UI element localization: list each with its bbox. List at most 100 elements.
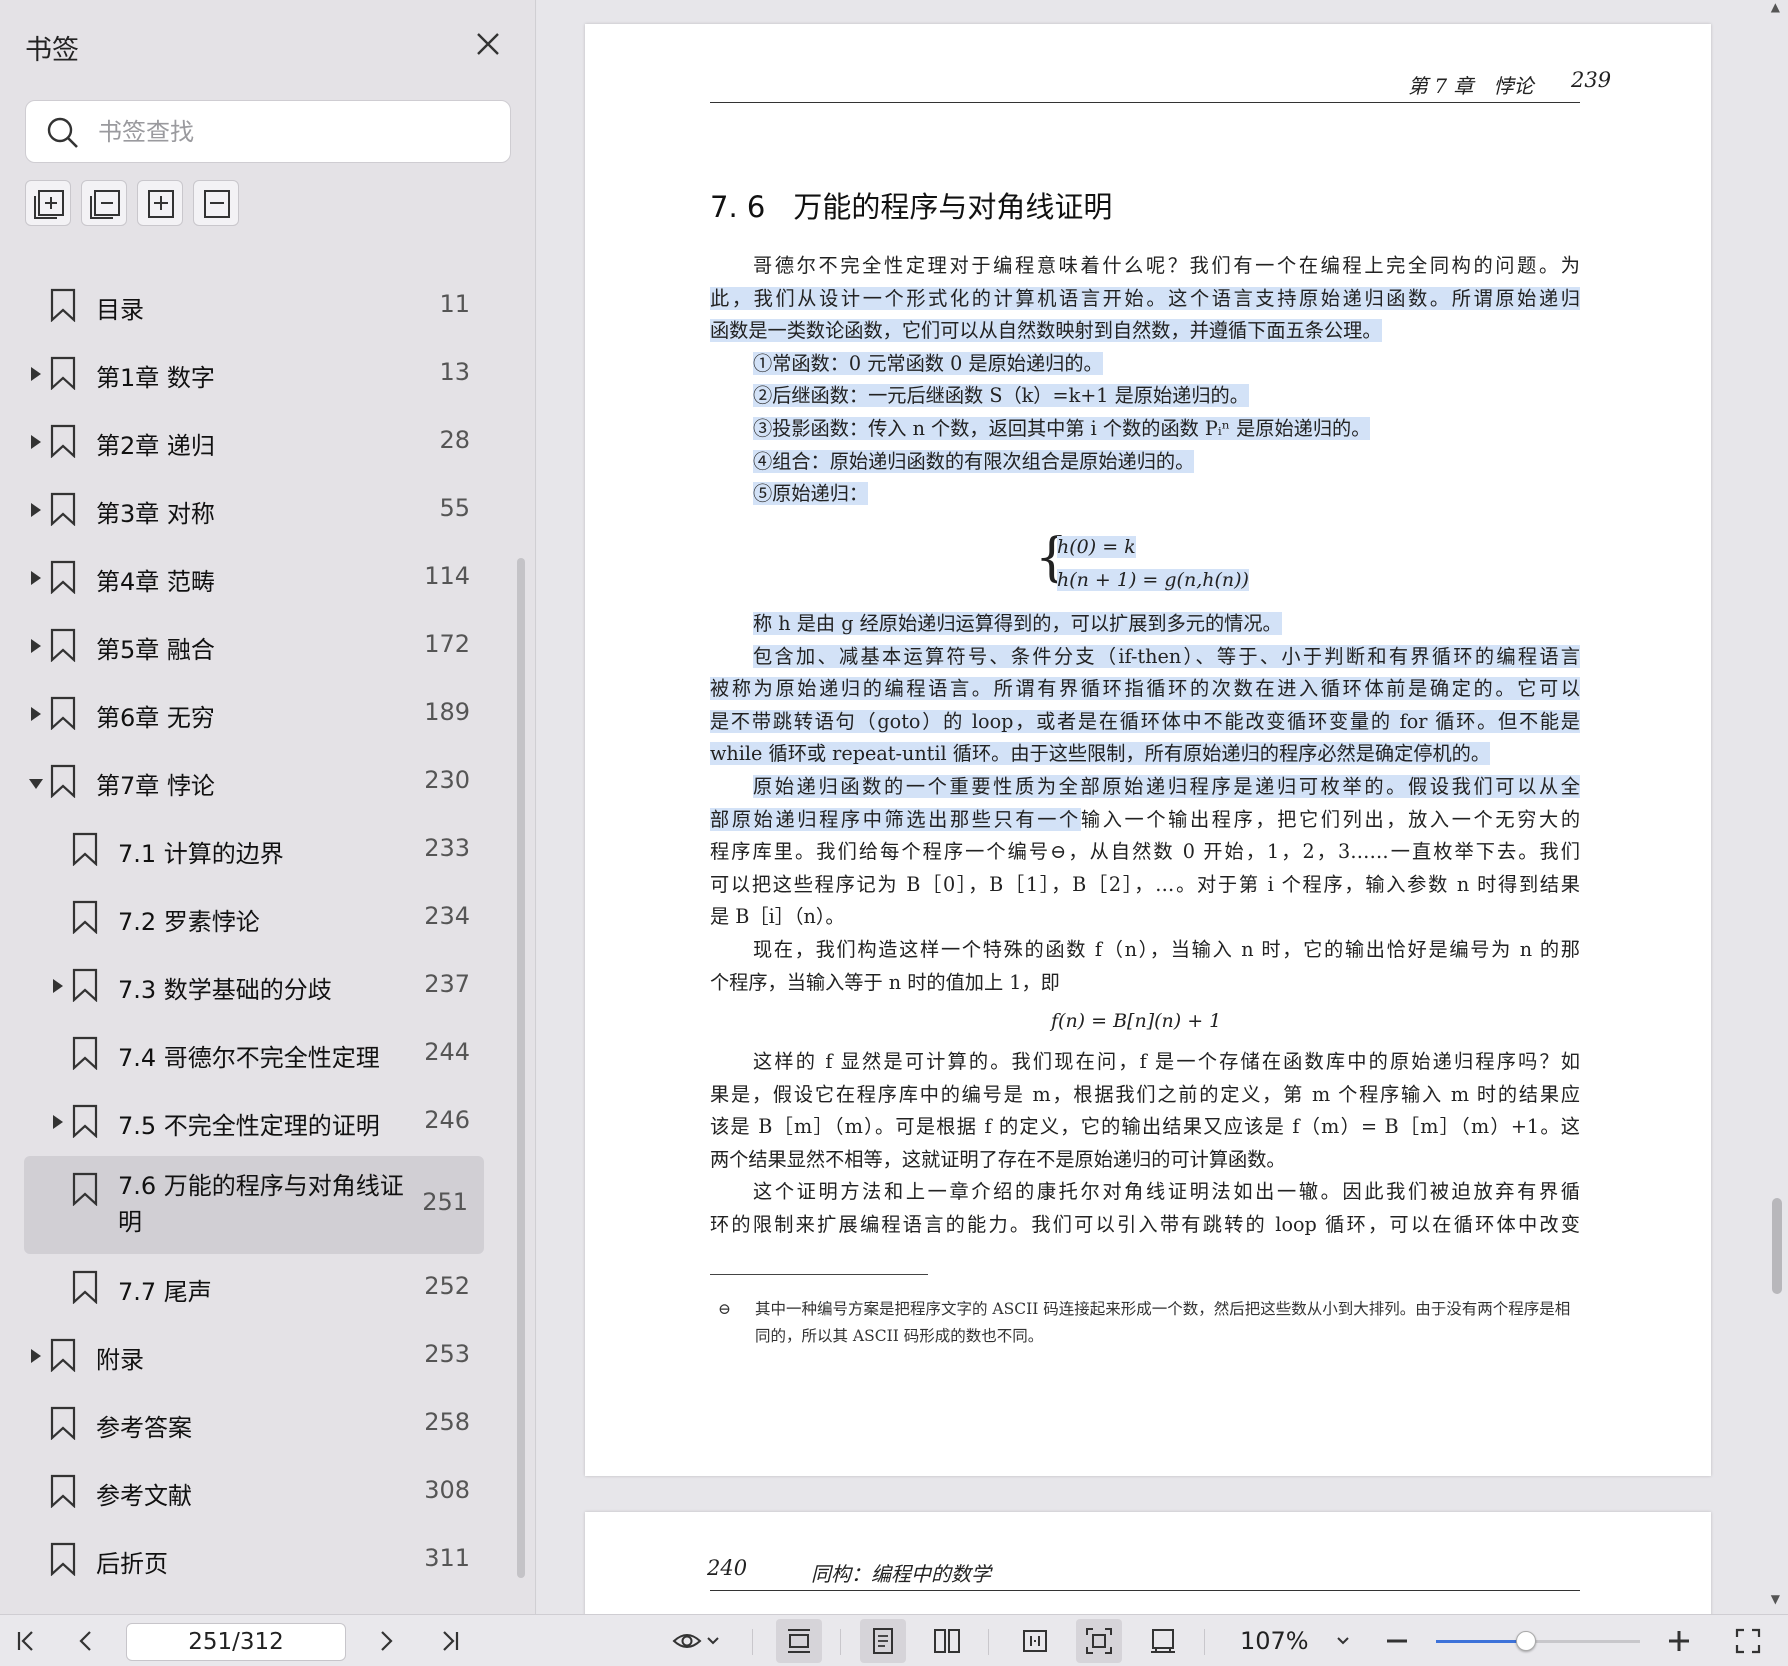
zoom-slider-track[interactable] [1436,1640,1640,1643]
two-page-button[interactable] [924,1615,970,1666]
body-text-block-3[interactable]: 这样的 f 显然是可计算的。我们现在问，f 是一个存储在函数库中的原始递归程序吗… [710,1046,1580,1242]
bookmark-item[interactable]: 第1章 数字 13 [0,340,510,408]
bookmark-item[interactable]: 7.1 计算的边界 233 [0,816,510,884]
rotate-page-button[interactable] [1140,1615,1186,1666]
document-viewer[interactable]: 第 7 章 悖论 239 7. 6 万能的程序与对角线证明 哥德尔不完全性定理对于… [537,0,1788,1614]
bookmark-icon [50,560,76,595]
bookmark-label: 7.7 尾声 [118,1278,212,1306]
bookmark-item[interactable]: 第7章 悖论 230 [0,748,510,816]
last-page-button[interactable] [430,1615,470,1666]
zoom-slider-fill [1436,1640,1526,1643]
bookmark-label: 附录 [96,1346,144,1374]
bookmark-item[interactable]: 第3章 对称 55 [0,476,510,544]
rotate-icon [1151,1629,1175,1653]
eye-icon [672,1634,702,1648]
fit-width-button[interactable] [1012,1615,1058,1666]
page-number-input[interactable] [126,1623,346,1661]
bookmark-icon [72,1104,98,1139]
plus-icon [1669,1631,1689,1651]
fullscreen-button[interactable] [1728,1615,1768,1666]
bookmark-item[interactable]: 后折页 311 [0,1526,510,1594]
zoom-out-button[interactable] [1380,1615,1414,1666]
bookmark-page-number: 114 [424,562,470,590]
add-bookmark-page-button[interactable] [137,180,183,226]
header-rule [710,1590,1580,1591]
bookmark-page-number: 11 [439,290,470,318]
bookmark-item[interactable]: 第2章 递归 28 [0,408,510,476]
scroll-up-arrow-icon[interactable]: ▲ [1771,0,1780,14]
fit-page-button[interactable] [1076,1619,1122,1663]
single-page-button[interactable] [860,1619,906,1663]
document-scrollbar-thumb[interactable] [1772,1198,1782,1294]
bookmark-item[interactable]: 第5章 融合 172 [0,612,510,680]
body-text-block-1[interactable]: 哥德尔不完全性定理对于编程意味着什么呢？我们有一个在编程上完全同构的问题。为 此，… [710,250,1580,511]
add-bookmark-button[interactable] [25,180,71,226]
view-mode-dropdown[interactable] [662,1615,730,1666]
expand-arrow-down-icon[interactable] [29,779,43,789]
text-line: 被称为原始递归的编程语言。所谓有界循环指循环的次数在进入循环体前是确定的。它可以 [710,673,1580,706]
bookmark-item[interactable]: 7.2 罗素悖论 234 [0,884,510,952]
text-line: 哥德尔不完全性定理对于编程意味着什么呢？我们有一个在编程上完全同构的问题。为 [753,254,1580,277]
bookmark-search-input[interactable] [98,109,498,155]
first-page-button[interactable] [6,1615,46,1666]
bookmark-page-number: 251 [422,1188,468,1216]
expand-arrow-right-icon[interactable] [31,639,41,653]
text-line: 是不带跳转语句（goto）的 loop，或者是在循环体中不能改变循环变量的 fo… [710,706,1580,739]
expand-arrow-right-icon[interactable] [31,707,41,721]
bookmark-item[interactable]: 7.4 哥德尔不完全性定理 244 [0,1020,510,1088]
zoom-slider-handle[interactable] [1515,1631,1536,1651]
highlighted-text: ④组合：原始递归函数的有限次组合是原始递归的。 [753,449,1195,473]
bookmark-item[interactable]: 7.5 不完全性定理的证明 246 [0,1088,510,1156]
fit-width-icon [1023,1630,1047,1652]
expand-arrow-right-icon[interactable] [31,503,41,517]
bookmark-label: 7.3 数学基础的分歧 [118,976,332,1004]
text-line: 两个结果显然不相等，这就证明了存在不是原始递归的可计算函数。 [710,1147,1286,1171]
sidebar-scrollbar[interactable] [517,558,525,1578]
highlighted-text: ③投影函数：传入 n 个数，返回其中第 i 个数的函数 Pᵢⁿ 是原始递归的。 [753,416,1371,440]
text-line: 原始递归函数的一个重要性质为全部原始递归程序是递归可枚举的。假设我们可以从全 [710,771,1580,804]
bookmark-item[interactable]: 参考答案 258 [0,1390,510,1458]
next-page-button[interactable] [366,1615,406,1666]
bookmark-item[interactable]: 7.3 数学基础的分歧 237 [0,952,510,1020]
zoom-dropdown-button[interactable] [1328,1615,1358,1666]
expand-all-icon [34,190,64,219]
scroll-down-arrow-icon[interactable]: ▼ [1771,1592,1780,1606]
document-page-240: 240 同构：编程中的数学 [585,1512,1711,1614]
collapse-all-button[interactable] [81,180,127,226]
bookmark-page-number: 55 [439,494,470,522]
expand-arrow-right-icon[interactable] [53,1115,63,1129]
bookmark-page-number: 244 [424,1038,470,1066]
continuous-scroll-button[interactable] [776,1619,822,1663]
close-icon[interactable] [470,26,506,62]
text-line: 现在，我们构造这样一个特殊的函数 f（n），当输入 n 时，它的输出恰好是编号为… [753,937,1580,961]
remove-bookmark-button[interactable] [193,180,239,226]
bookmark-item[interactable]: 附录 253 [0,1322,510,1390]
zoom-level-dropdown[interactable]: 107% [1240,1627,1309,1655]
search-icon [47,117,78,148]
zoom-in-button[interactable] [1662,1615,1696,1666]
highlighted-text: 称 h 是由 g 经原始递归运算得到的，可以扩展到多元的情况。 [753,612,1282,635]
bookmark-page-number: 28 [439,426,470,454]
bookmark-label: 参考答案 [96,1414,192,1442]
bookmark-item[interactable]: 目录 11 [0,272,510,340]
running-header-chapter: 第 7 章 悖论 [1408,74,1534,98]
bookmark-search-box[interactable] [25,100,511,163]
bookmark-icon [50,492,76,527]
bookmark-item[interactable]: 7.7 尾声 252 [0,1254,510,1322]
formula-diagonal: f(n) = B[n](n) + 1 [1051,1010,1222,1032]
previous-page-button[interactable] [66,1615,106,1666]
bookmark-item[interactable]: 7.6 万能的程序与对角线证明 251 [24,1156,484,1254]
bookmark-item[interactable]: 第4章 范畴 114 [0,544,510,612]
expand-arrow-right-icon[interactable] [31,435,41,449]
text-line: 部原始递归程序中筛选出那些只有一个输入一个输出程序，把它们列出，放入一个无穷大的 [710,804,1580,837]
bookmark-item[interactable]: 参考文献 308 [0,1458,510,1526]
bookmark-icon [72,1172,98,1207]
expand-arrow-right-icon[interactable] [53,979,63,993]
expand-arrow-right-icon[interactable] [31,367,41,381]
bookmark-item[interactable]: 第6章 无穷 189 [0,680,510,748]
body-text-block-2[interactable]: 称 h 是由 g 经原始递归运算得到的，可以扩展到多元的情况。 包含加、减基本运算… [710,608,1580,999]
bookmark-icon [50,356,76,391]
expand-arrow-right-icon[interactable] [31,1349,41,1363]
expand-arrow-right-icon[interactable] [31,571,41,585]
bookmark-label: 第4章 范畴 [96,568,215,596]
